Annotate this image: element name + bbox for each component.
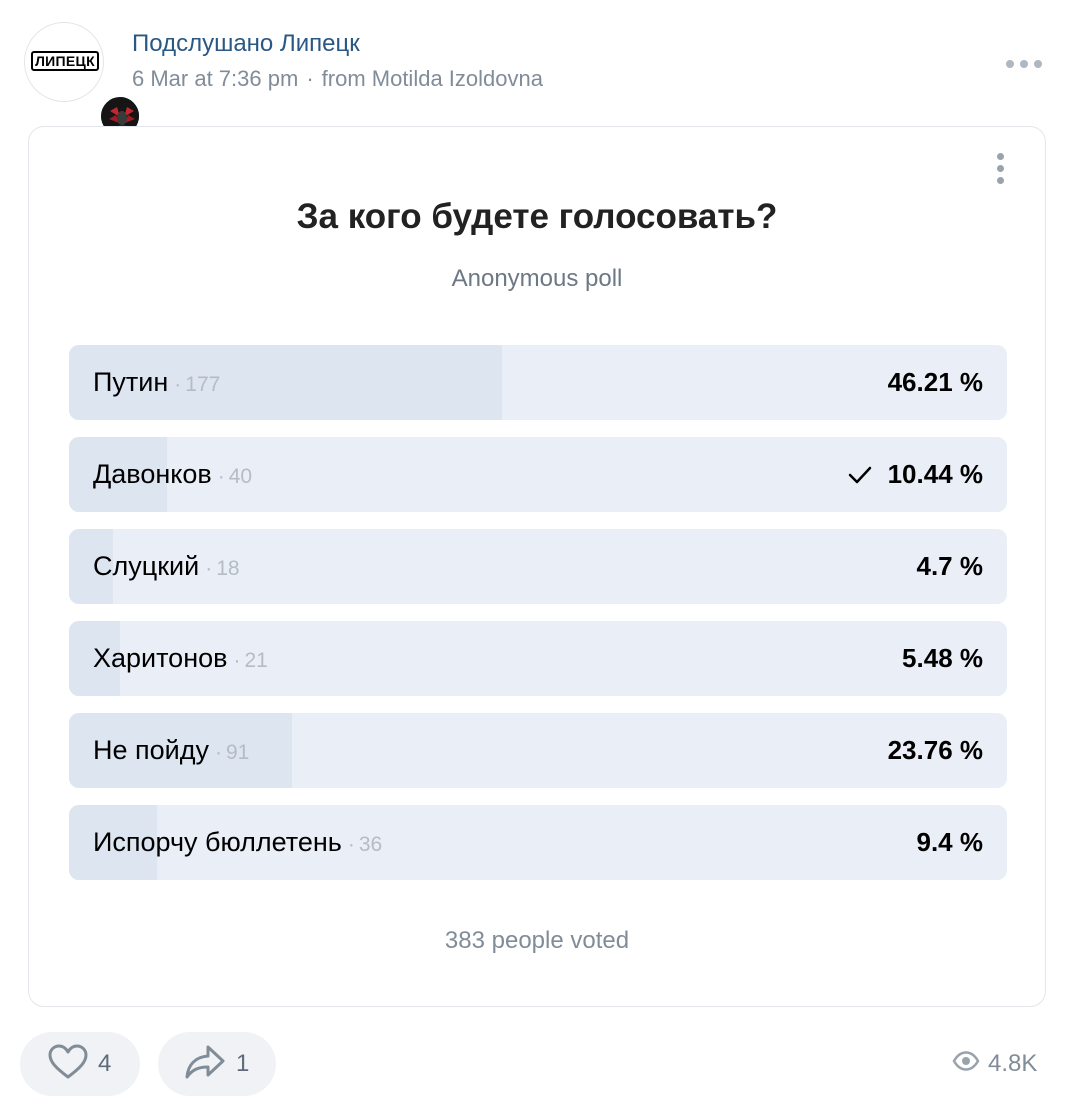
poll-option-percent: 10.44 % <box>887 459 983 489</box>
views-count: 4.8K <box>988 1050 1038 1077</box>
poll-option-label: Испорчу бюллетень <box>93 827 342 857</box>
check-icon <box>848 465 872 485</box>
poll-option-label: Путин <box>93 367 169 397</box>
poll-option-label: Харитонов <box>93 643 228 673</box>
like-button[interactable]: 4 <box>20 1032 140 1096</box>
poll-option-count-value: 91 <box>226 741 250 764</box>
poll-option-count: · 18 <box>205 557 239 580</box>
share-icon <box>184 1044 226 1085</box>
poll-option-label: Не пойду <box>93 735 209 765</box>
poll-option-label-group: Испорчу бюллетень · 36 <box>93 805 382 880</box>
poll-option[interactable]: Давонков · 40 10.44 % <box>69 437 1007 512</box>
heart-icon <box>48 1044 88 1085</box>
poll-option-result: 4.7 % <box>917 529 984 604</box>
poll-option-label-group: Давонков · 40 <box>93 437 252 512</box>
poll-option-count-value: 177 <box>185 373 221 396</box>
views-counter: 4.8K <box>952 1046 1037 1082</box>
meta-separator: · <box>306 66 314 91</box>
post-meta: 6 Mar at 7:36 pm · from Motilda Izoldovna <box>132 66 543 92</box>
post-more-icon[interactable] <box>1006 60 1042 68</box>
poll-subtitle: Anonymous poll <box>451 265 623 292</box>
poll-option-percent: 5.48 % <box>902 643 983 673</box>
poll-option[interactable]: Харитонов · 21 5.48 % <box>69 621 1007 696</box>
poll-option-count: · 91 <box>215 741 249 764</box>
poll-option-label: Слуцкий <box>93 551 200 581</box>
poll-option[interactable]: Испорчу бюллетень · 36 9.4 % <box>69 805 1007 880</box>
poll-option-count: · 177 <box>174 373 220 396</box>
share-button[interactable]: 1 <box>158 1032 276 1096</box>
poll-option[interactable]: Не пойду · 91 23.76 % <box>69 713 1007 788</box>
poll-option-count-separator: · <box>174 373 182 396</box>
poll-option-percent: 46.21 % <box>887 367 983 397</box>
poll-option-result: 46.21 % <box>888 345 983 420</box>
poll-option-count: · 36 <box>348 833 382 856</box>
avatar-logo-text: ЛИПЕЦК <box>31 51 99 71</box>
poll-option-count-separator: · <box>205 557 213 580</box>
poll-option-count: · 40 <box>218 465 252 488</box>
poll-option-percent: 23.76 % <box>887 735 983 765</box>
poll-options: Путин · 177 46.21 % Давонков · 40 10.44 % Слуцки… <box>69 345 1007 897</box>
poll-option-count-separator: · <box>217 465 225 488</box>
post-source[interactable]: from Motilda Izoldovna <box>322 66 543 91</box>
poll-option-count-value: 40 <box>228 465 253 488</box>
poll-option-label-group: Харитонов · 21 <box>93 621 268 696</box>
poll-more-icon[interactable] <box>995 153 1005 189</box>
like-count: 4 <box>98 1050 112 1077</box>
poll-option[interactable]: Путин · 177 46.21 % <box>69 345 1007 420</box>
poll-option-count: · 21 <box>233 649 267 672</box>
poll-option-result: 5.48 % <box>902 621 983 696</box>
poll-option-count-value: 18 <box>216 557 240 580</box>
poll-option-count-separator: · <box>347 833 355 856</box>
poll-option-label-group: Путин · 177 <box>93 345 220 420</box>
share-count: 1 <box>236 1050 250 1077</box>
post: ЛИПЕЦК Подслушано Липецк 6 Mar at 7:36 p… <box>0 0 1078 1104</box>
eye-icon <box>952 1050 980 1078</box>
poll-option-label: Давонков <box>93 459 212 489</box>
poll-title: За кого будете голосовать? <box>296 197 778 236</box>
poll-option-result: 9.4 % <box>917 805 984 880</box>
author-name[interactable]: Подслушано Липецк <box>132 30 360 58</box>
poll-option-label-group: Слуцкий · 18 <box>93 529 240 604</box>
post-date[interactable]: 6 Mar at 7:36 pm <box>132 66 298 91</box>
poll-voters-count[interactable]: 383 people voted <box>29 927 1045 955</box>
poll-option-result: 23.76 % <box>888 713 983 788</box>
poll-option-percent: 9.4 % <box>916 827 984 857</box>
poll-card: За кого будете голосовать? Anonymous pol… <box>28 126 1046 1007</box>
poll-option-label-group: Не пойду · 91 <box>93 713 249 788</box>
poll-option[interactable]: Слуцкий · 18 4.7 % <box>69 529 1007 604</box>
poll-option-count-separator: · <box>233 649 241 672</box>
avatar[interactable]: ЛИПЕЦК <box>24 22 141 137</box>
poll-option-count-separator: · <box>215 741 222 764</box>
poll-option-result: 10.44 % <box>848 437 983 512</box>
poll-option-percent: 4.7 % <box>916 551 984 581</box>
poll-option-count-value: 21 <box>244 649 268 672</box>
poll-option-count-value: 36 <box>358 833 383 856</box>
